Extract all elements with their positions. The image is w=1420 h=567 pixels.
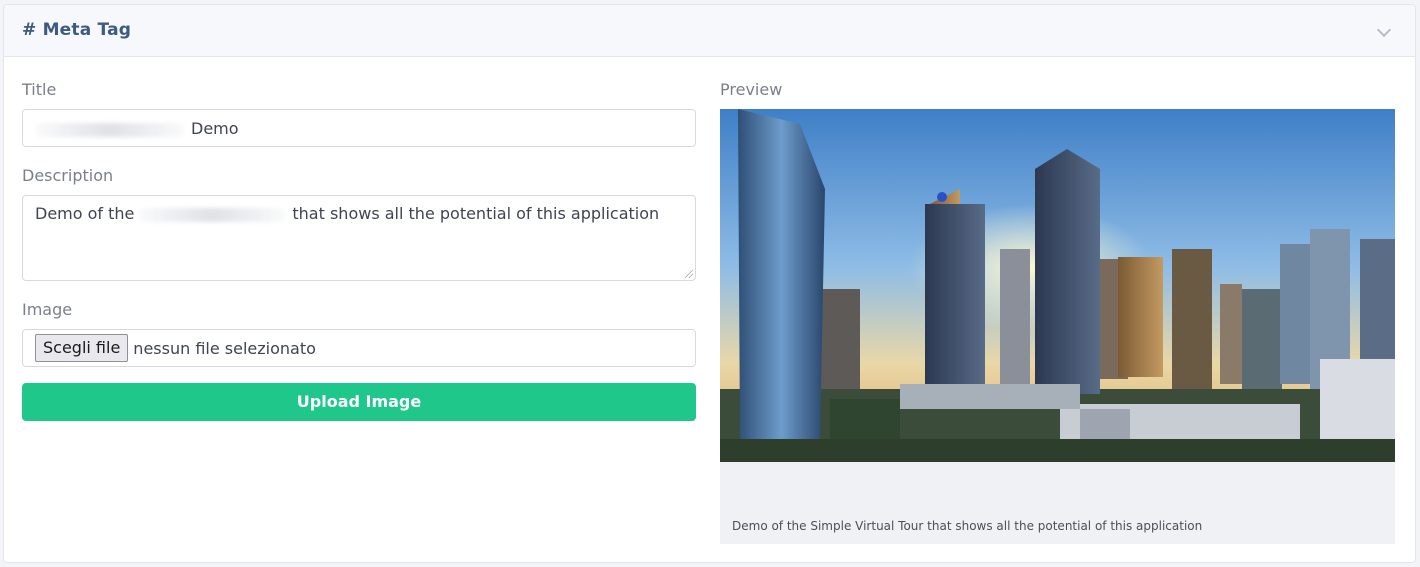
preview-image: [720, 109, 1395, 462]
chevron-down-icon[interactable]: [1376, 22, 1392, 38]
description-suffix: that shows all the potential of this app…: [292, 204, 660, 223]
preview-caption: Demo of the Simple Virtual Tour that sho…: [732, 519, 1203, 533]
description-label: Description: [22, 166, 114, 185]
redacted-text: [138, 207, 287, 222]
card-title: # Meta Tag: [22, 20, 132, 40]
image-file-input[interactable]: Scegli file nessun file selezionato: [22, 329, 696, 367]
choose-file-button[interactable]: Scegli file: [35, 334, 129, 362]
upload-image-button[interactable]: Upload Image: [22, 383, 696, 421]
title-input[interactable]: Demo: [22, 109, 696, 147]
preview-card: Demo of the Simple Virtual Tour that sho…: [720, 109, 1395, 544]
description-prefix: Demo of the: [35, 204, 135, 223]
card-header[interactable]: # Meta Tag: [4, 5, 1415, 57]
file-status: nessun file selezionato: [133, 338, 316, 358]
preview-label: Preview: [720, 80, 783, 99]
title-label: Title: [22, 80, 57, 99]
title-value: Demo: [191, 119, 239, 138]
image-label: Image: [22, 300, 73, 319]
redacted-text: [35, 122, 185, 137]
description-textarea[interactable]: Demo of the that shows all the potential …: [22, 195, 696, 281]
resize-handle-icon[interactable]: [685, 270, 693, 278]
meta-tag-card: # Meta Tag Title Demo Description Demo o…: [3, 4, 1416, 563]
